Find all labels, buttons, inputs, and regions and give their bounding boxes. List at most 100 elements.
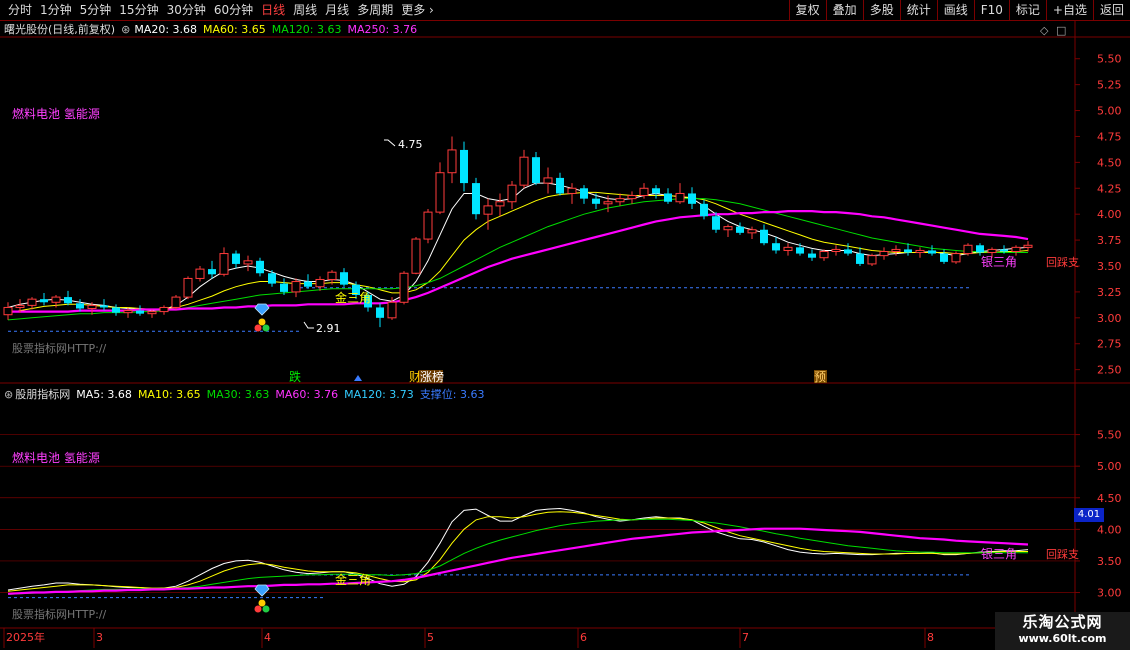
- candle-body: [796, 247, 804, 254]
- marker-yu: 预: [814, 370, 826, 384]
- candle-body: [928, 250, 936, 254]
- candle-body: [147, 311, 157, 315]
- diamond-outline-icon: ◇: [1040, 24, 1049, 37]
- candle-body: [543, 177, 553, 184]
- y-tick-label: 5.00: [1097, 460, 1122, 473]
- candle-body: [376, 307, 384, 318]
- silver-triangle-label: 银三角: [981, 547, 1017, 561]
- candle-body: [819, 250, 829, 259]
- candle-body: [447, 149, 457, 174]
- candle-body: [3, 306, 13, 316]
- candle-body: [136, 310, 144, 314]
- candle-body: [1000, 249, 1008, 252]
- ma-lines-layer: [7, 182, 1029, 595]
- candle-body: [423, 211, 433, 240]
- candle-body: [688, 193, 696, 204]
- candle-body: [664, 193, 672, 202]
- y-tick-label: 3.00: [1097, 587, 1122, 600]
- candle-body: [399, 272, 409, 303]
- candle-body: [831, 248, 841, 252]
- pullback-label: 回踩支: [1046, 256, 1079, 269]
- marker-zhang: 涨榜: [420, 369, 444, 384]
- square-outline-icon: □: [1056, 24, 1066, 37]
- candle-body: [567, 187, 577, 194]
- candle-body: [327, 271, 337, 280]
- candle-body: [723, 226, 733, 231]
- ma-line-ma10: [7, 511, 1028, 592]
- candle-body: [976, 245, 984, 253]
- candle-body: [1023, 244, 1033, 248]
- sector-label: 燃料电池 氢能源: [12, 450, 100, 465]
- candle-body: [171, 296, 181, 308]
- high-label: 4.75: [398, 138, 423, 151]
- candle-body: [40, 299, 48, 303]
- candle-body: [483, 205, 493, 215]
- chart-watermark: 股票指标网HTTP://: [12, 607, 107, 621]
- y-tick-label: 5.00: [1097, 105, 1122, 118]
- y-tick-label: 4.50: [1097, 156, 1122, 169]
- candle-body: [592, 198, 600, 204]
- candle-body: [915, 249, 925, 254]
- axis-layer: 5.50 5.25 5.00 4.75 4.50 4.25 4.00 3.75 3.50 3.25…: [3, 53, 1122, 648]
- candle-body: [280, 283, 288, 292]
- candle-body: [783, 246, 793, 251]
- candle-body: [772, 243, 780, 251]
- candle-body: [675, 192, 685, 203]
- pullback-label: 回踩支: [1046, 548, 1079, 561]
- current-price-tag: 4.01: [1074, 508, 1104, 522]
- site-name: 乐淘公式网: [1022, 613, 1103, 631]
- main-ball-icon: [258, 318, 266, 326]
- y-tick-label: 3.50: [1097, 260, 1122, 273]
- candle-body: [808, 253, 816, 258]
- candle-body: [495, 201, 505, 207]
- sector-label: 燃料电池 氢能源: [12, 106, 100, 121]
- gold-triangle-label: 金三角: [335, 290, 371, 305]
- candle-body: [700, 203, 708, 217]
- sub-diamond-icon: [254, 584, 270, 597]
- stock-chart[interactable]: 5.50 5.25 5.00 4.75 4.50 4.25 4.00 3.75 3.50 3.25…: [0, 0, 1130, 650]
- candle-body: [435, 172, 445, 213]
- silver-triangle-label: 银三角: [981, 255, 1017, 269]
- candle-body: [219, 253, 229, 275]
- candle-body: [100, 305, 108, 308]
- y-tick-label: 2.50: [1097, 364, 1122, 377]
- candle-body: [27, 298, 37, 306]
- candle-body: [64, 297, 72, 304]
- site-watermark: 乐淘公式网 www.60lt.com: [995, 612, 1130, 650]
- marker-die: 跌: [289, 369, 301, 384]
- y-tick-label: 5.50: [1097, 53, 1122, 66]
- candle-body: [951, 253, 961, 263]
- high-pointer: [384, 139, 396, 147]
- chart-watermark: 股票指标网HTTP://: [12, 341, 107, 355]
- candle-body: [460, 149, 468, 184]
- up-arrow-icon: [354, 375, 362, 381]
- y-tick-label: 4.50: [1097, 492, 1122, 505]
- candle-body: [315, 278, 325, 288]
- candle-body: [195, 268, 205, 279]
- candle-body: [159, 306, 169, 313]
- x-tick-label: 8: [927, 631, 934, 644]
- candle-body: [603, 201, 613, 205]
- candle-body: [987, 248, 997, 254]
- ma-line-ma5: [7, 507, 1029, 591]
- annotation-layer: 燃料电池 氢能源股票指标网HTTP://金三角银三角 回踩支4.752.91跌 财涨…: [12, 24, 1079, 621]
- candle-body: [256, 260, 264, 274]
- candle-body: [736, 226, 744, 233]
- candle-body: [112, 307, 120, 313]
- y-tick-label: 3.00: [1097, 312, 1122, 325]
- candle-body: [856, 253, 864, 264]
- candle-body: [507, 184, 517, 203]
- x-tick-label: 3: [96, 631, 103, 644]
- main-diamond-icon: [254, 303, 270, 316]
- candle-body: [123, 310, 133, 314]
- candle-body: [304, 281, 312, 287]
- candle-body: [556, 177, 564, 194]
- candle-body: [844, 249, 852, 254]
- y-tick-label: 4.25: [1097, 182, 1122, 195]
- candle-body: [639, 187, 649, 197]
- candle-body: [904, 249, 912, 253]
- candle-body: [51, 296, 61, 303]
- candle-body: [615, 198, 625, 203]
- site-url: www.60lt.com: [1018, 632, 1107, 645]
- candle-body: [15, 304, 25, 308]
